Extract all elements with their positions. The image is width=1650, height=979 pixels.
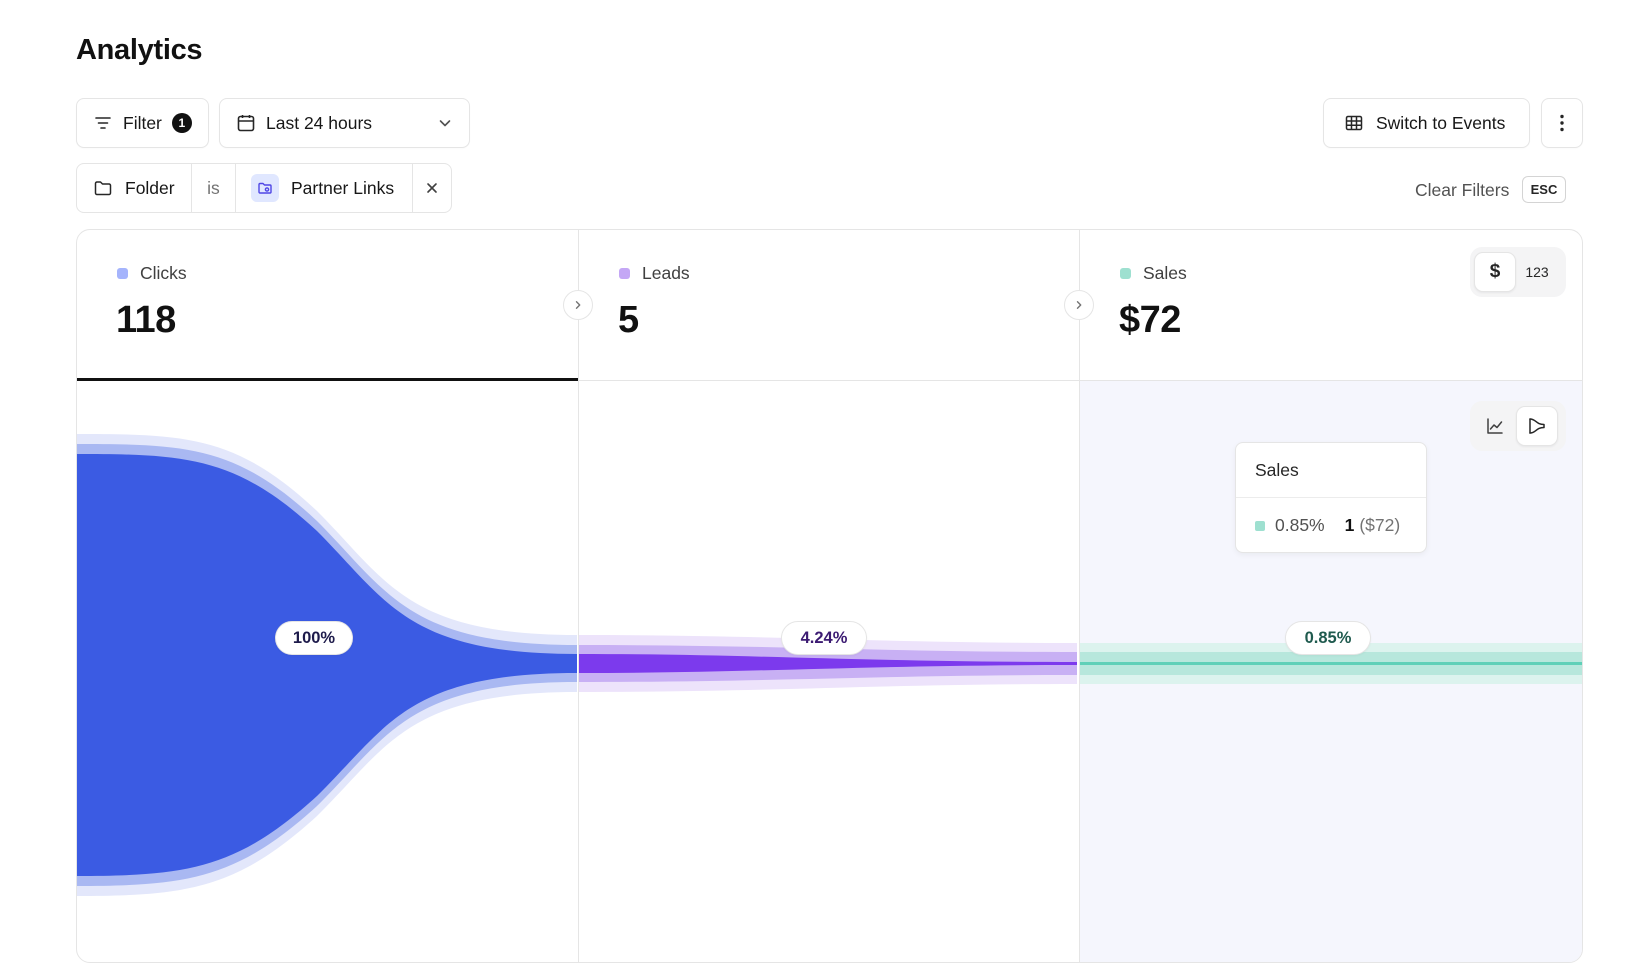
sales-band-core (1079, 662, 1582, 665)
close-icon (427, 183, 437, 193)
filter-operator[interactable]: is (192, 164, 236, 212)
line-chart-view-button[interactable] (1474, 406, 1516, 446)
metric-leads[interactable]: Leads 5 (579, 230, 1079, 380)
funnel-view-button[interactable] (1516, 406, 1558, 446)
percent-text: 100% (292, 628, 336, 647)
metric-value: 118 (116, 299, 176, 341)
page-title: Analytics (76, 34, 203, 66)
funnel-step-percent: 100% (275, 621, 353, 655)
tooltip-percent: 0.85% (1275, 515, 1325, 535)
clear-filters-button[interactable]: Clear Filters (1415, 180, 1509, 201)
filter-button[interactable]: Filter 1 (76, 98, 209, 148)
remove-filter-button[interactable] (413, 164, 451, 212)
percent-text: 4.24% (800, 628, 848, 647)
line-chart-icon (1487, 418, 1503, 434)
metric-label: Clicks (140, 263, 187, 283)
filter-value[interactable]: Partner Links (236, 164, 413, 212)
unit-toggle: $ 123 (1470, 247, 1566, 297)
tooltip-title: Sales (1236, 443, 1426, 498)
metric-value: $72 (1119, 299, 1181, 341)
clicks-swatch (117, 268, 128, 279)
funnel-card: Clicks 118 Leads 5 Sales $72 $ 123 100% … (76, 229, 1583, 963)
filter-field-label: Folder (125, 177, 175, 198)
step-arrow (1064, 290, 1094, 320)
more-options-button[interactable] (1541, 98, 1583, 148)
more-vertical-icon (1560, 114, 1564, 132)
filter-icon (95, 117, 111, 129)
folder-icon (94, 181, 112, 196)
sales-tooltip: Sales 0.85% 1 ($72) (1235, 442, 1427, 553)
funnel-step-percent: 4.24% (781, 621, 867, 655)
metric-label: Sales (1143, 263, 1187, 283)
funnel-step-percent: 0.85% (1285, 621, 1371, 655)
metric-clicks[interactable]: Clicks 118 (77, 230, 578, 380)
leads-swatch (619, 268, 630, 279)
filter-operator-label: is (207, 177, 220, 198)
chevron-right-icon (575, 301, 581, 309)
percent-text: 0.85% (1304, 628, 1352, 647)
filter-count-badge: 1 (171, 113, 192, 133)
funnel-chart-icon (1529, 418, 1545, 434)
tooltip-count: 1 (1344, 515, 1355, 535)
date-range-label: Last 24 hours (266, 112, 373, 133)
chart-view-toggle (1470, 401, 1566, 451)
switch-to-events-button[interactable]: Switch to Events (1323, 98, 1530, 148)
step-arrow (563, 290, 593, 320)
clear-filters-shortcut: ESC (1522, 176, 1566, 203)
tooltip-amount: ($72) (1359, 515, 1401, 535)
calendar-icon (237, 115, 255, 132)
sales-swatch (1120, 268, 1131, 279)
folder-link-icon (251, 174, 279, 202)
table-icon (1345, 115, 1363, 131)
tooltip-row: 0.85% 1 ($72) (1236, 498, 1426, 553)
switch-to-events-label: Switch to Events (1376, 112, 1506, 133)
chevron-right-icon (1076, 301, 1082, 309)
filter-label: Filter (123, 112, 162, 133)
metric-label: Leads (642, 263, 690, 283)
metric-value: 5 (618, 299, 639, 341)
active-filter-chip: Folder is Partner Links (76, 163, 452, 213)
filter-field[interactable]: Folder (77, 164, 192, 212)
filter-value-label: Partner Links (291, 177, 395, 198)
unit-currency-button[interactable]: $ (1474, 252, 1516, 292)
clicks-band-core (77, 454, 577, 876)
tooltip-swatch (1255, 520, 1265, 531)
date-range-select[interactable]: Last 24 hours (219, 98, 470, 148)
chevron-down-icon (439, 120, 451, 127)
unit-count-button[interactable]: 123 (1516, 252, 1558, 292)
